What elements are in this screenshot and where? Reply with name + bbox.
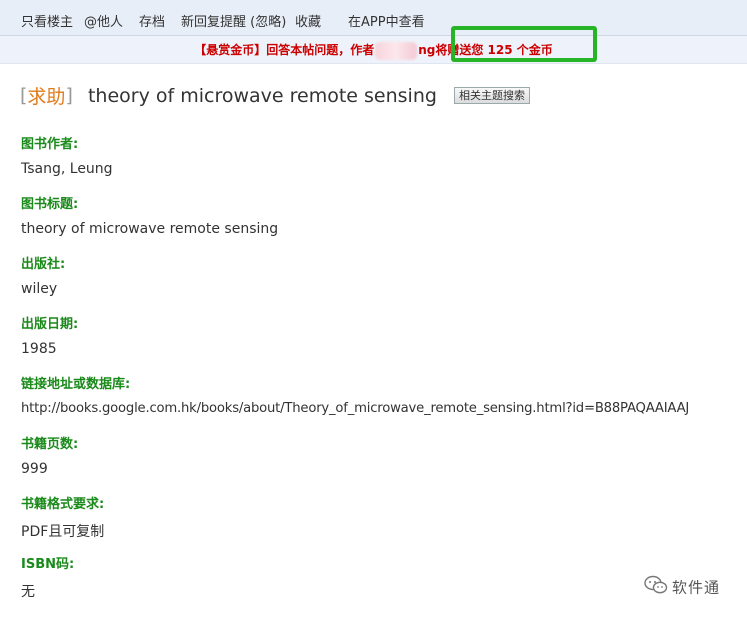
field-label-publisher: 出版社: bbox=[21, 257, 66, 272]
reward-notice-prefix: 【悬赏金币】回答本帖问题，作者 bbox=[194, 43, 375, 57]
only-author-link[interactable]: 只看楼主 bbox=[21, 11, 73, 30]
field-value-link[interactable]: http://books.google.com.hk/books/about/T… bbox=[21, 401, 689, 416]
reply-notify-link[interactable]: 新回复提醒 (忽略) bbox=[181, 11, 286, 30]
field-label-format: 书籍格式要求: bbox=[21, 497, 105, 512]
post-title-row: [求助] theory of microwave remote sensing … bbox=[20, 82, 531, 110]
field-value-page-count: 999 bbox=[21, 461, 48, 477]
post-title: theory of microwave remote sensing bbox=[87, 84, 437, 107]
field-label-isbn: ISBN码: bbox=[21, 557, 75, 572]
tag-bracket-right: ] bbox=[65, 84, 73, 107]
watermark-text: 软件通 bbox=[672, 578, 721, 597]
open-in-app-link[interactable]: 在APP中查看 bbox=[348, 11, 425, 30]
watermark: 软件通 bbox=[644, 575, 720, 597]
field-label-page-count: 书籍页数: bbox=[21, 437, 79, 452]
post-toolbar: 只看楼主 @他人 存档 新回复提醒 (忽略) 收藏 在APP中查看 bbox=[0, 0, 747, 36]
field-label-link: 链接地址或数据库: bbox=[21, 377, 131, 392]
field-value-book-title: theory of microwave remote sensing bbox=[21, 221, 279, 237]
archive-link[interactable]: 存档 bbox=[139, 11, 165, 30]
mention-others-link[interactable]: @他人 bbox=[84, 11, 123, 30]
field-label-author: 图书作者: bbox=[21, 137, 79, 152]
field-value-author: Tsang, Leung bbox=[21, 161, 113, 177]
post-tag[interactable]: 求助 bbox=[27, 86, 65, 108]
favorite-link[interactable]: 收藏 bbox=[295, 11, 321, 30]
wechat-icon bbox=[644, 575, 668, 599]
reward-notice: 【悬赏金币】回答本帖问题，作者 ng将赠送您 125 个金币 bbox=[0, 36, 747, 64]
related-search-button[interactable]: 相关主题搜索 bbox=[454, 87, 531, 104]
blurred-username bbox=[375, 41, 418, 60]
reward-notice-suffix: ng将赠送您 125 个金币 bbox=[418, 43, 553, 57]
field-value-publish-date: 1985 bbox=[21, 341, 57, 357]
field-value-isbn: 无 bbox=[21, 584, 35, 600]
field-label-book-title: 图书标题: bbox=[21, 197, 79, 212]
field-value-format: PDF且可复制 bbox=[21, 524, 105, 540]
field-value-publisher: wiley bbox=[21, 281, 58, 297]
field-label-publish-date: 出版日期: bbox=[21, 317, 79, 332]
